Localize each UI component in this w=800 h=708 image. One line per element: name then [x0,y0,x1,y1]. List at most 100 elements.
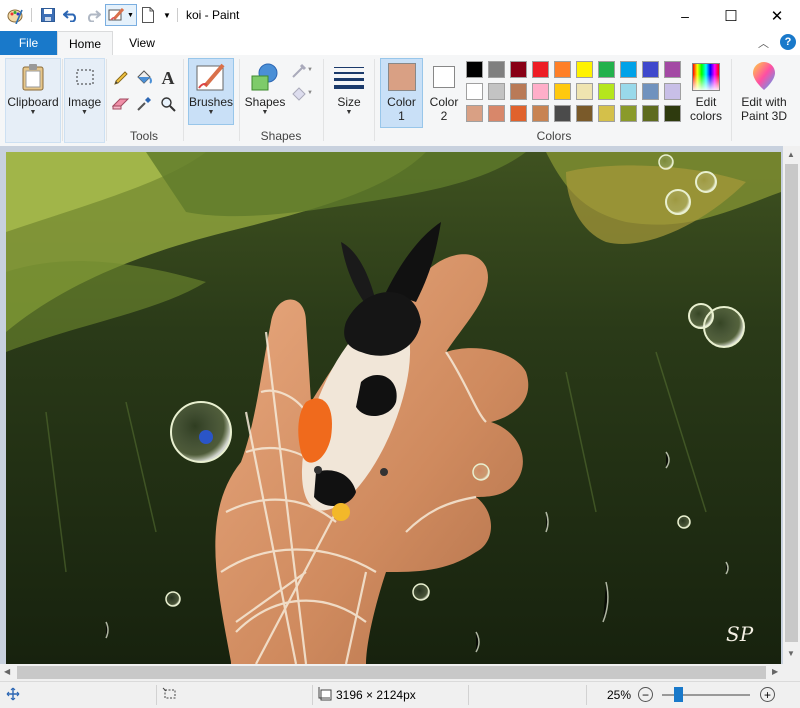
color2-label: Color [429,95,459,109]
clipboard-label: Clipboard [7,95,59,109]
image-button[interactable]: Image ▼ [64,58,105,143]
palette-swatch[interactable] [510,61,527,78]
palette-swatch[interactable] [554,61,571,78]
palette-swatch[interactable] [488,83,505,100]
palette-swatch[interactable] [620,105,637,122]
palette-swatch[interactable] [598,105,615,122]
color2-button[interactable]: Color 2 [424,58,464,128]
group-divider [731,59,732,141]
svg-text:▼: ▼ [307,90,313,96]
cursor-position-icon [6,687,20,704]
color1-label: Color [387,95,416,109]
scroll-down-icon[interactable]: ▼ [787,649,795,658]
help-icon[interactable]: ? [780,34,796,50]
group-divider [62,59,63,141]
palette-swatch[interactable] [466,61,483,78]
palette-swatch[interactable] [576,61,593,78]
color2-swatch [433,66,455,88]
palette-swatch[interactable] [642,83,659,100]
edit-colors-button[interactable]: Edit colors [684,58,728,128]
palette-swatch[interactable] [620,83,637,100]
group-divider [323,59,324,141]
redo-icon[interactable] [84,6,102,24]
palette-swatch[interactable] [554,83,571,100]
magnifier-icon[interactable] [157,93,179,115]
palette-swatch[interactable] [532,105,549,122]
color2-number: 2 [440,109,448,123]
eraser-icon[interactable] [110,93,132,115]
horizontal-scroll-thumb[interactable] [17,666,766,679]
edit-with-paint3d-button[interactable]: Edit with Paint 3D [735,58,793,128]
drawing-canvas[interactable]: SP [6,152,781,664]
palette-swatch[interactable] [598,61,615,78]
palette-swatch[interactable] [642,61,659,78]
palette-swatch[interactable] [532,83,549,100]
vertical-scrollbar[interactable]: ▲ ▼ [783,146,800,664]
tab-view[interactable]: View [113,31,171,55]
palette-swatch[interactable] [664,83,681,100]
collapse-ribbon-icon[interactable]: ︿ [758,35,769,51]
palette-swatch[interactable] [576,105,593,122]
color1-button[interactable]: Color 1 [380,58,423,128]
brushes-button[interactable]: Brushes ▼ [188,58,234,125]
scroll-left-icon[interactable]: ◀ [4,667,10,676]
undo-icon[interactable] [62,6,80,24]
artist-signature: SP [726,622,754,646]
zoom-level: 25% [607,688,632,702]
horizontal-scrollbar[interactable]: ◀ ▶ [0,664,800,681]
edit-colors-label-line2: colors [689,109,722,123]
fill-icon[interactable]: ▼ [290,82,314,104]
zoom-in-button[interactable]: + [760,687,775,702]
pencil-icon[interactable] [110,67,132,89]
palette-swatch[interactable] [598,83,615,100]
rainbow-icon [685,59,727,95]
palette-swatch[interactable] [664,105,681,122]
image-label: Image [67,95,102,109]
zoom-slider-thumb[interactable] [674,687,684,702]
maximize-button[interactable]: ☐ [708,0,754,31]
scroll-up-icon[interactable]: ▲ [787,150,795,159]
divider [177,8,178,22]
clipboard-button[interactable]: Clipboard ▼ [5,58,61,143]
shapes-button[interactable]: Shapes ▼ [243,58,287,125]
status-divider [468,685,469,705]
palette-swatch[interactable] [576,83,593,100]
text-tool-icon[interactable]: A [157,67,179,89]
ribbon: Clipboard ▼ Image ▼ A Tools Brushes ▼ Sh… [0,55,800,147]
palette-swatch[interactable] [532,61,549,78]
palette-swatch[interactable] [466,105,483,122]
palette-swatch[interactable] [466,83,483,100]
minimize-button[interactable]: – [662,0,708,31]
image-dimensions: 3196 × 2124px [336,688,416,702]
color-palette [466,61,684,125]
palette-swatch[interactable] [488,61,505,78]
tab-home[interactable]: Home [57,31,113,55]
customize-quick-access-icon[interactable]: ▼ [158,6,176,24]
new-file-icon[interactable] [139,6,157,24]
palette-swatch[interactable] [554,105,571,122]
selection-size-icon [162,687,178,704]
palette-swatch[interactable] [664,61,681,78]
brush-icon [189,59,233,95]
palette-swatch[interactable] [642,105,659,122]
color-picker-icon[interactable] [133,93,155,115]
palette-swatch[interactable] [488,105,505,122]
color1-swatch [387,63,416,91]
color2-well [425,59,463,95]
svg-text:▼: ▼ [307,67,313,73]
vertical-scroll-thumb[interactable] [785,164,798,642]
zoom-out-button[interactable]: − [638,687,653,702]
fill-bucket-icon[interactable] [133,67,155,89]
tab-file[interactable]: File [0,31,57,55]
outline-icon[interactable]: ▼ [290,60,314,82]
size-button[interactable]: Size ▼ [328,58,370,125]
save-icon[interactable] [39,6,57,24]
title-bar: ▼ ▼ koi - Paint – ☐ ✕ [0,0,800,31]
palette-swatch[interactable] [510,105,527,122]
close-button[interactable]: ✕ [754,0,800,31]
palette-swatch[interactable] [620,61,637,78]
chevron-down-icon: ▼ [261,109,269,116]
palette-swatch[interactable] [510,83,527,100]
brush-quick-access-button[interactable]: ▼ [105,4,137,26]
scroll-right-icon[interactable]: ▶ [772,667,778,676]
